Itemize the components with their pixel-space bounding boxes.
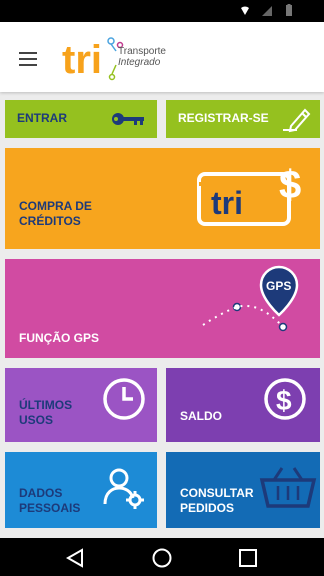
registrar-label: REGISTRAR-SE — [178, 111, 269, 125]
dollar-icon: $ — [264, 378, 306, 420]
dados-pessoais-label: DADOS PESSOAIS — [19, 486, 80, 516]
entrar-button[interactable]: ENTRAR — [5, 100, 157, 138]
home-icon[interactable] — [151, 547, 173, 569]
compra-line2: CRÉDITOS — [19, 214, 81, 228]
consultar-line2: PEDIDOS — [180, 501, 235, 515]
signal-icon — [262, 6, 272, 16]
entrar-label: ENTRAR — [17, 111, 67, 125]
status-bar — [0, 0, 324, 22]
key-icon — [112, 113, 144, 125]
menu-icon[interactable] — [19, 52, 39, 68]
consultar-line1: CONSULTAR — [180, 486, 254, 500]
back-icon[interactable] — [64, 547, 86, 569]
battery-icon — [286, 4, 292, 16]
recents-icon[interactable] — [237, 547, 259, 569]
gps-pin-icon: GPS — [202, 265, 299, 332]
main-menu-grid: ENTRAR REGISTRAR-SE COMPRA DE CRÉDITOS t… — [0, 92, 324, 538]
pencil-icon — [283, 108, 311, 133]
saldo-button[interactable]: SALDO $ — [166, 368, 320, 442]
svg-text:$: $ — [276, 385, 292, 416]
consultar-pedidos-button[interactable]: CONSULTAR PEDIDOS — [166, 452, 320, 528]
tri-card-icon: tri $ — [197, 163, 301, 226]
dados-pessoais-button[interactable]: DADOS PESSOAIS — [5, 452, 157, 528]
clock-icon — [103, 378, 145, 420]
compra-creditos-button[interactable]: COMPRA DE CRÉDITOS tri $ — [5, 148, 320, 249]
registrar-button[interactable]: REGISTRAR-SE — [166, 100, 320, 138]
gps-label: FUNÇÃO GPS — [19, 331, 100, 345]
system-nav-bar — [0, 538, 324, 576]
wifi-icon — [241, 6, 249, 15]
user-gear-icon — [103, 468, 144, 509]
ultimos-usos-button[interactable]: ÚLTIMOS USOS — [5, 368, 157, 442]
funcao-gps-button[interactable]: FUNÇÃO GPS GPS — [5, 259, 320, 358]
ultimos-line2: USOS — [19, 413, 54, 427]
svg-text:$: $ — [279, 163, 301, 207]
ultimos-line1: ÚLTIMOS — [19, 398, 73, 412]
consultar-pedidos-label: CONSULTAR PEDIDOS — [180, 486, 254, 516]
dados-line1: DADOS — [19, 486, 63, 500]
logo-line1: Transporte — [118, 46, 166, 57]
saldo-label: SALDO — [180, 409, 222, 423]
gps-pin-text: GPS — [266, 279, 291, 293]
basket-icon — [259, 467, 317, 508]
ultimos-usos-label: ÚLTIMOS USOS — [19, 398, 72, 428]
logo-mark: tri — [62, 38, 102, 81]
compra-creditos-label: COMPRA DE CRÉDITOS — [19, 199, 92, 229]
logo-line2: Integrado — [118, 57, 161, 68]
logo-subtitle: Transporte Integrado — [118, 46, 166, 68]
card-tri-text: tri — [211, 185, 243, 221]
dados-line2: PESSOAIS — [19, 501, 81, 515]
app-logo: tri Transporte Integrado — [62, 36, 166, 81]
app-header: tri Transporte Integrado — [0, 22, 324, 92]
compra-line1: COMPRA DE — [19, 199, 92, 213]
